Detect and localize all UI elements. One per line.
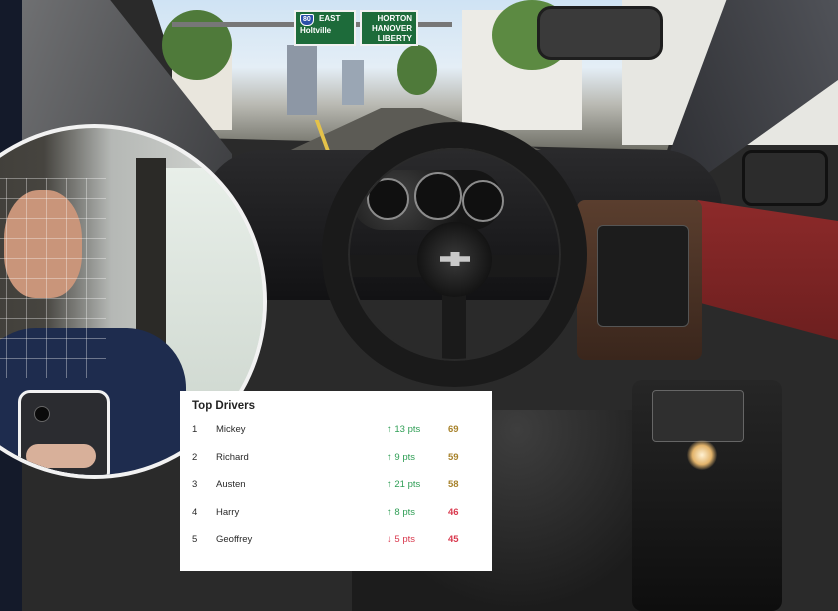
driver-score: 59 — [448, 451, 459, 463]
siren-control-panel — [652, 390, 744, 442]
face-tracking-grid — [0, 178, 106, 378]
stage: 80 EAST Holtville HORTON HANOVER LIBERTY — [0, 0, 838, 611]
driver-name: Geoffrey — [216, 534, 253, 545]
driver-rank: 2 — [192, 451, 198, 463]
building — [287, 45, 317, 115]
points-change-value: 5 pts — [394, 534, 415, 545]
driver-name: Harry — [216, 506, 240, 518]
points-change: ↑ 9 pts — [387, 452, 415, 463]
panel-title: Top Drivers — [192, 400, 256, 412]
driver-name: Mickey — [216, 424, 246, 435]
driver-rank: 5 — [192, 534, 198, 545]
points-change-value: 13 pts — [394, 424, 421, 435]
points-change: ↑ 21 pts — [387, 479, 420, 490]
tree — [397, 45, 437, 95]
sign-destination: Holtville — [300, 26, 332, 35]
points-change-value: 21 pts — [394, 479, 421, 490]
highway-sign-right: HORTON HANOVER LIBERTY — [360, 10, 418, 46]
highway-sign-left: 80 EAST Holtville — [294, 10, 356, 46]
driver-row: 3 Austen ↑ 21 pts 58 — [192, 479, 480, 507]
sign-line: HORTON — [377, 14, 412, 23]
top-drivers-panel: Top Drivers 1 Mickey ↑ 13 pts 69 2 Richard ↑ 9… — [180, 391, 492, 571]
driver-name: Austen — [216, 479, 246, 490]
points-change-value: 9 pts — [394, 451, 415, 463]
driver-name: Richard — [216, 451, 249, 463]
driver-hand — [26, 444, 96, 468]
tree — [162, 10, 232, 80]
driver-list: 1 Mickey ↑ 13 pts 69 2 Richard ↑ 9 pts 59 3 Auste… — [192, 424, 480, 562]
points-change: ↑ 13 pts — [387, 424, 420, 435]
building — [342, 60, 364, 105]
driver-row: 2 Richard ↑ 9 pts 59 — [192, 452, 480, 480]
points-change-value: 8 pts — [394, 506, 415, 518]
driver-score: 46 — [448, 506, 459, 518]
interstate-shield-icon: 80 — [300, 14, 314, 26]
driver-row: 4 Harry ↑ 8 pts 46 — [192, 507, 480, 535]
points-change: ↓ 5 pts — [387, 534, 415, 545]
side-mirror — [742, 150, 828, 206]
radio-unit — [597, 225, 689, 327]
camera-lens-icon — [34, 406, 50, 422]
driver-row: 1 Mickey ↑ 13 pts 69 — [192, 424, 480, 452]
driver-rank: 3 — [192, 479, 198, 490]
sign-direction: EAST — [319, 14, 341, 23]
driver-score: 69 — [448, 424, 459, 435]
sign-line: LIBERTY — [377, 34, 412, 43]
driver-row: 5 Geoffrey ↓ 5 pts 45 — [192, 534, 480, 562]
points-change: ↑ 8 pts — [387, 507, 415, 518]
passenger-door — [682, 200, 838, 340]
console-light — [687, 440, 717, 470]
rearview-mirror — [537, 6, 663, 60]
driver-score: 58 — [448, 479, 459, 490]
driver-score: 45 — [448, 534, 459, 545]
sign-line: HANOVER — [371, 24, 412, 33]
driver-rank: 4 — [192, 506, 198, 518]
driver-rank: 1 — [192, 424, 198, 435]
